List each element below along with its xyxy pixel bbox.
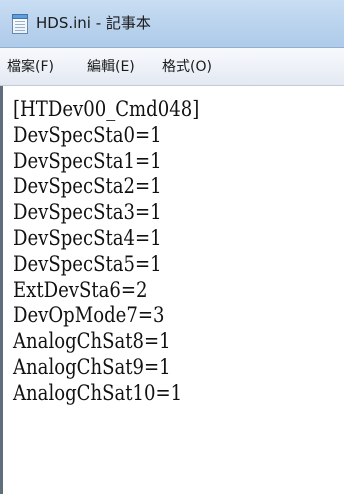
editor-line: AnalogChSat9=1: [13, 354, 171, 379]
editor-line: DevSpecSta0=1: [13, 122, 162, 147]
editor-line: ExtDevSta6=2: [13, 277, 148, 302]
menu-bar: 檔案(F) 編輯(E) 格式(O): [0, 48, 344, 86]
editor-line: DevOpMode7=3: [13, 303, 165, 328]
text-editor-area[interactable]: [HTDev00_Cmd048] DevSpecSta0=1 DevSpecSt…: [0, 86, 344, 494]
menu-edit[interactable]: 編輯(E): [85, 57, 137, 77]
window-title: HDS.ini - 記事本: [36, 14, 151, 32]
notepad-icon[interactable]: [10, 13, 30, 35]
editor-line: DevSpecSta2=1: [13, 174, 162, 199]
editor-line: DevSpecSta5=1: [13, 251, 162, 276]
notepad-window: HDS.ini - 記事本 檔案(F) 編輯(E) 格式(O) [HTDev00…: [0, 0, 344, 494]
editor-line: [HTDev00_Cmd048]: [13, 97, 200, 121]
editor-line: DevSpecSta4=1: [13, 225, 162, 250]
title-bar[interactable]: HDS.ini - 記事本: [0, 0, 344, 48]
menu-format[interactable]: 格式(O): [160, 57, 214, 77]
notepad-icon-binding: [12, 14, 28, 19]
menu-file[interactable]: 檔案(F): [5, 57, 56, 77]
editor-line: DevSpecSta3=1: [13, 200, 162, 225]
editor-lines: [HTDev00_Cmd048] DevSpecSta0=1 DevSpecSt…: [13, 97, 230, 407]
notepad-icon-lines: [15, 21, 25, 31]
editor-line: AnalogChSat10=1: [13, 380, 183, 405]
editor-line: AnalogChSat8=1: [13, 329, 171, 354]
editor-line: DevSpecSta1=1: [13, 148, 162, 173]
